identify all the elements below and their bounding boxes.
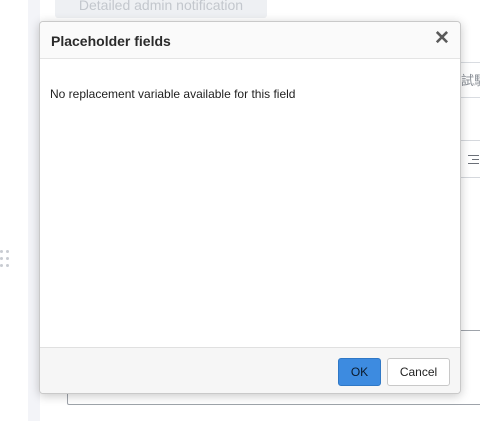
tab-detailed-admin-notification[interactable]: Detailed admin notification xyxy=(55,0,267,18)
close-icon[interactable]: ✕ xyxy=(434,28,450,50)
tab-label: Detailed admin notification xyxy=(78,0,244,13)
dialog-footer: OK Cancel xyxy=(40,347,460,393)
align-right-icon[interactable] xyxy=(468,155,479,164)
background-field-value: 試験 xyxy=(461,73,480,88)
dialog-header: Placeholder fields ✕ xyxy=(40,22,460,59)
dialog-message: No replacement variable available for th… xyxy=(50,87,296,101)
dialog-title: Placeholder fields xyxy=(51,33,171,49)
drag-handle-icon[interactable] xyxy=(0,250,10,268)
dialog-body: No replacement variable available for th… xyxy=(40,59,460,347)
editor-toolbar xyxy=(459,140,480,178)
cancel-button[interactable]: Cancel xyxy=(387,358,450,386)
placeholder-fields-dialog: Placeholder fields ✕ No replacement vari… xyxy=(39,21,461,394)
ok-button[interactable]: OK xyxy=(338,358,381,386)
